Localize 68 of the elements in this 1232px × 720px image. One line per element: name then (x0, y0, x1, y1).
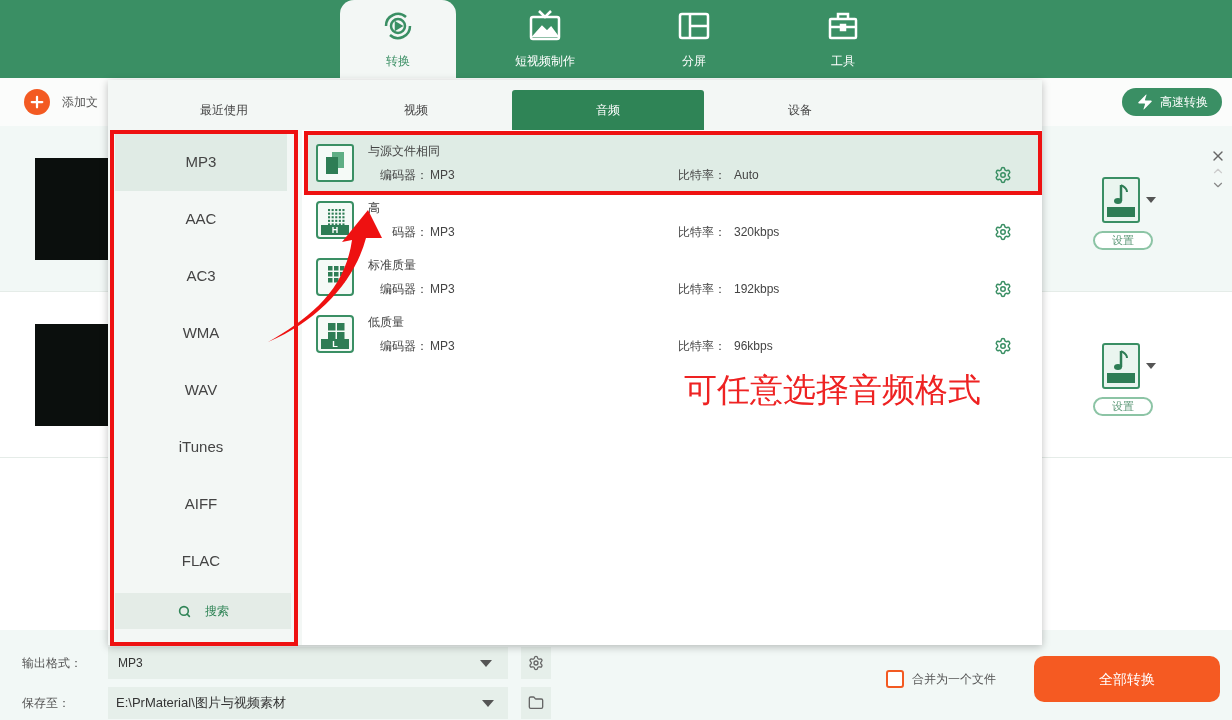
format-item[interactable]: FLAC (115, 533, 287, 590)
settings-icon[interactable] (994, 222, 1012, 241)
bitrate-label: 比特率： (678, 280, 727, 298)
search-button[interactable]: 搜索 (115, 593, 291, 629)
format-item[interactable]: WMA (115, 305, 287, 362)
merge-checkbox[interactable]: 合并为一个文件 (886, 662, 996, 688)
format-item[interactable]: iTunes (115, 419, 287, 476)
format-tab[interactable]: 视频 (320, 90, 512, 130)
quality-icon: L (316, 314, 354, 353)
open-folder-button[interactable] (521, 687, 551, 719)
save-to-label: 保存至： (22, 695, 71, 712)
codec-value: MP3 (430, 337, 456, 355)
format-item[interactable]: AAC (115, 191, 287, 248)
add-file-button[interactable]: 添加文 (24, 89, 98, 115)
music-file-icon (1102, 177, 1140, 223)
caret-icon (482, 699, 494, 707)
lightning-icon (1136, 93, 1154, 111)
format-item[interactable]: AIFF (115, 476, 287, 533)
music-file-icon (1102, 343, 1140, 389)
caret-icon[interactable] (1146, 197, 1156, 203)
top-tab[interactable]: 工具 (783, 0, 903, 78)
format-item[interactable]: WAV (115, 362, 287, 419)
search-icon (177, 604, 191, 618)
format-item[interactable]: AC3 (115, 248, 287, 305)
caret-icon[interactable] (1146, 363, 1156, 369)
output-format-select[interactable]: MP3 (108, 647, 508, 679)
bitrate-value: Auto (734, 166, 759, 184)
caret-icon (480, 659, 492, 667)
save-path-select[interactable]: E:\PrMaterial\图片与视频素材 (108, 687, 508, 719)
settings-button[interactable]: 设置 (1093, 397, 1153, 416)
settings-button[interactable]: 设置 (1093, 231, 1153, 250)
output-format-label: 输出格式： (22, 655, 83, 672)
annotation-caption: 可任意选择音频格式 (684, 370, 981, 410)
bitrate-label: 比特率： (678, 337, 727, 355)
top-tab[interactable]: 短视频制作 (485, 0, 605, 78)
top-tab[interactable]: 分屏 (634, 0, 754, 78)
codec-label: 码器： (391, 223, 429, 241)
codec-label: 编码器： (379, 337, 429, 355)
format-item[interactable]: MP3 (115, 134, 287, 191)
bitrate-value: 96kbps (734, 337, 773, 355)
copy-file-icon (316, 143, 354, 182)
preset-title: 低质量 (368, 313, 405, 331)
bitrate-value: 320kbps (734, 223, 780, 241)
bitrate-label: 比特率： (678, 166, 727, 184)
quality-icon: H (316, 200, 354, 239)
settings-icon[interactable] (994, 165, 1012, 184)
settings-icon[interactable] (994, 279, 1012, 298)
preset-title: 高 (368, 199, 381, 217)
top-tab[interactable]: 转换 (340, 0, 456, 78)
bitrate-value: 192kbps (734, 280, 780, 298)
preset-row[interactable]: L 低质量 编码器： MP3 比特率： 96kbps (306, 305, 1042, 362)
codec-label: 编码器： (379, 280, 429, 298)
add-icon (24, 89, 50, 115)
preset-title: 标准质量 (368, 256, 417, 274)
codec-value: MP3 (430, 166, 456, 184)
codec-value: MP3 (430, 223, 456, 241)
preset-title: 与源文件相同 (368, 142, 441, 160)
codec-value: MP3 (430, 280, 456, 298)
settings-icon[interactable] (994, 336, 1012, 355)
format-tab[interactable]: 音频 (512, 90, 704, 130)
format-settings-button[interactable] (521, 647, 551, 679)
fast-convert-button[interactable]: 高速转换 (1122, 88, 1222, 116)
bitrate-label: 比特率： (678, 223, 727, 241)
format-tab[interactable]: 设备 (704, 90, 896, 130)
gear-icon (528, 655, 544, 671)
format-tab[interactable]: 最近使用 (128, 90, 320, 130)
folder-icon (528, 695, 544, 711)
codec-label: 编码器： (379, 166, 429, 184)
